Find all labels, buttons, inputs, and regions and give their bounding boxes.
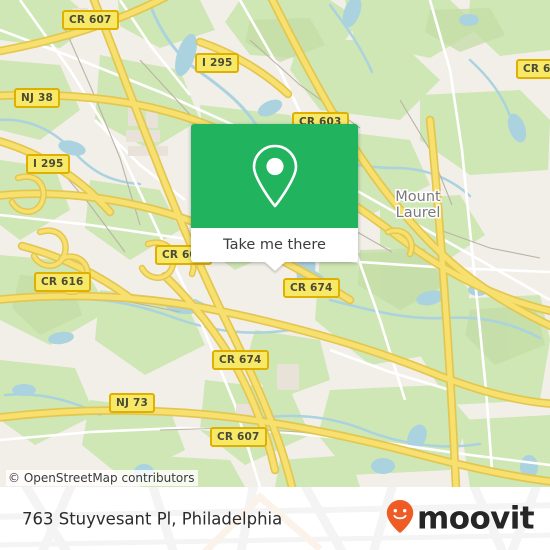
destination-address: 763 Stuyvesant Pl, Philadelphia <box>22 509 283 528</box>
road-shield-nj-38: NJ 38 <box>14 88 60 108</box>
footer-content: 763 Stuyvesant Pl, Philadelphia moovit <box>0 487 550 550</box>
destination-popup-card[interactable]: Take me there <box>191 124 358 271</box>
road-shield-cr-607-south: CR 607 <box>210 427 267 447</box>
road-shield-i-295-north: I 295 <box>195 53 240 73</box>
moovit-smiley-pin-icon <box>386 499 414 538</box>
road-shield-nj-73: NJ 73 <box>109 393 155 413</box>
road-shield-cr-674-center: CR 674 <box>283 278 340 298</box>
road-shield-cr-674-east: CR 674 <box>516 59 550 79</box>
take-me-there-button[interactable]: Take me there <box>191 228 358 262</box>
location-pin-icon <box>248 143 302 209</box>
road-shield-cr-607-north: CR 607 <box>62 10 119 30</box>
footer-bar: 763 Stuyvesant Pl, Philadelphia moovit <box>0 487 550 550</box>
road-shield-cr-674-south: CR 674 <box>212 350 269 370</box>
road-shield-i-295-west: I 295 <box>26 154 71 174</box>
moovit-map-share-card: CR 607 I 295 CR 674 NJ 38 CR 603 I 295 C… <box>0 0 550 550</box>
map-attribution[interactable]: © OpenStreetMap contributors <box>6 470 199 486</box>
moovit-wordmark: moovit <box>417 500 535 536</box>
map-canvas[interactable]: CR 607 I 295 CR 674 NJ 38 CR 603 I 295 C… <box>0 0 550 487</box>
road-shield-cr-616: CR 616 <box>34 272 91 292</box>
popup-header <box>191 124 358 228</box>
take-me-there-label: Take me there <box>223 237 326 253</box>
moovit-logo[interactable]: moovit <box>386 499 535 538</box>
popup-pointer-tail <box>264 262 285 271</box>
